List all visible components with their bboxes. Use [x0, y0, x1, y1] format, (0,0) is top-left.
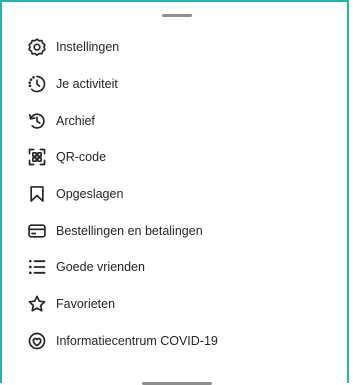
menu-item-qr-code[interactable]: QR-code	[2, 139, 347, 176]
covid-info-icon	[27, 331, 47, 351]
menu-item-je-activiteit[interactable]: Je activiteit	[2, 66, 347, 103]
menu-item-label: Goede vrienden	[56, 260, 145, 275]
menu-item-informatiecentrum-covid-19[interactable]: Informatiecentrum COVID-19	[2, 323, 347, 360]
menu-item-label: Informatiecentrum COVID-19	[56, 333, 218, 348]
menu-item-label: Opgeslagen	[56, 187, 124, 202]
bottom-sheet-menu: Instellingen Je activiteit Archief QR-co…	[0, 0, 349, 385]
archive-icon	[27, 111, 47, 131]
menu-item-bestellingen-en-betalingen[interactable]: Bestellingen en betalingen	[2, 212, 347, 249]
star-icon	[27, 294, 47, 314]
drag-handle[interactable]	[162, 14, 192, 17]
menu-item-label: Favorieten	[56, 297, 116, 312]
menu-item-archief[interactable]: Archief	[2, 102, 347, 139]
menu-item-goede-vrienden[interactable]: Goede vrienden	[2, 249, 347, 286]
menu-item-favorieten[interactable]: Favorieten	[2, 286, 347, 323]
options-menu: Instellingen Je activiteit Archief QR-co…	[2, 29, 347, 359]
menu-item-label: Archief	[56, 113, 95, 128]
bookmark-icon	[27, 184, 47, 204]
close-friends-list-icon	[27, 257, 47, 277]
menu-item-label: Instellingen	[56, 40, 120, 55]
menu-item-instellingen[interactable]: Instellingen	[2, 29, 347, 66]
settings-icon	[27, 37, 47, 57]
qr-code-icon	[27, 147, 47, 167]
menu-item-opgeslagen[interactable]: Opgeslagen	[2, 176, 347, 213]
activity-icon	[27, 74, 47, 94]
credit-card-icon	[27, 221, 47, 241]
menu-item-label: QR-code	[56, 150, 107, 165]
menu-item-label: Bestellingen en betalingen	[56, 223, 203, 238]
menu-item-label: Je activiteit	[56, 77, 118, 92]
